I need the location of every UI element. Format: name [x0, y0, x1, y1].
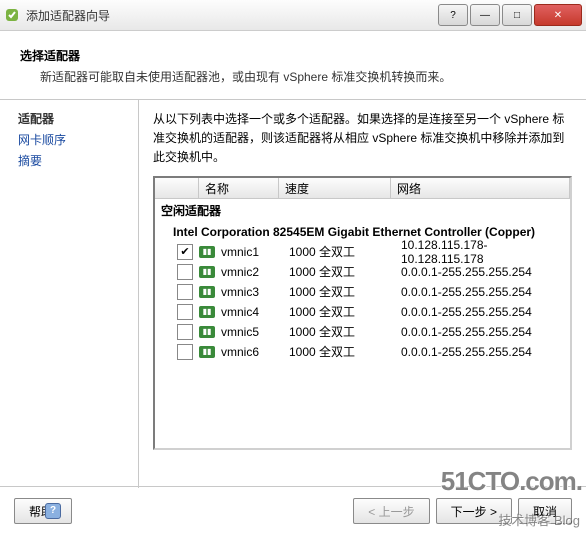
page-title: 选择适配器 — [20, 47, 566, 64]
adapter-name: vmnic4 — [221, 305, 289, 319]
step-summary[interactable]: 摘要 — [18, 152, 128, 169]
wizard-header: 选择适配器 新适配器可能取自未使用适配器池，或由现有 vSphere 标准交换机… — [0, 41, 586, 100]
nic-icon: ▮▮ — [199, 266, 215, 278]
col-name: 名称 — [199, 178, 279, 198]
adapter-speed: 1000 全双工 — [289, 283, 401, 300]
col-checkbox — [155, 178, 199, 198]
table-row[interactable]: ▮▮ vmnic21000 全双工0.0.0.1-255.255.255.254 — [155, 262, 570, 282]
wizard-steps-sidebar: 适配器 网卡顺序 摘要 — [0, 100, 139, 488]
col-network: 网络 — [391, 178, 570, 198]
page-description: 新适配器可能取自未使用适配器池，或由现有 vSphere 标准交换机转换而来。 — [40, 68, 566, 85]
app-icon — [4, 7, 20, 23]
wizard-content: 选择适配器 新适配器可能取自未使用适配器池，或由现有 vSphere 标准交换机… — [0, 31, 586, 488]
adapter-network: 10.128.115.178-10.128.115.178 — [401, 238, 570, 266]
window-buttons: ? — □ ✕ — [438, 4, 582, 26]
wizard-footer: 帮助 ? < 上一步 下一步 > 取消 — [0, 486, 586, 535]
maximize-button[interactable]: □ — [502, 4, 532, 26]
col-speed: 速度 — [279, 178, 391, 198]
row-checkbox[interactable] — [177, 264, 193, 280]
instructions-text: 从以下列表中选择一个或多个适配器。如果选择的是连接至另一个 vSphere 标准… — [153, 110, 572, 168]
row-checkbox[interactable]: ✔ — [177, 244, 193, 260]
group-idle-adapters: 空闲适配器 — [155, 199, 570, 222]
wizard-main: 从以下列表中选择一个或多个适配器。如果选择的是连接至另一个 vSphere 标准… — [139, 100, 586, 488]
adapter-name: vmnic3 — [221, 285, 289, 299]
minimize-button[interactable]: — — [470, 4, 500, 26]
adapter-speed: 1000 全双工 — [289, 263, 401, 280]
adapter-name: vmnic6 — [221, 345, 289, 359]
cancel-button[interactable]: 取消 — [518, 498, 572, 524]
adapter-speed: 1000 全双工 — [289, 303, 401, 320]
adapter-speed: 1000 全双工 — [289, 243, 401, 260]
wizard-body: 适配器 网卡顺序 摘要 从以下列表中选择一个或多个适配器。如果选择的是连接至另一… — [0, 100, 586, 488]
row-checkbox[interactable] — [177, 304, 193, 320]
adapter-network: 0.0.0.1-255.255.255.254 — [401, 285, 570, 299]
table-row[interactable]: ▮▮ vmnic51000 全双工0.0.0.1-255.255.255.254 — [155, 322, 570, 342]
help-icon: ? — [45, 503, 61, 519]
back-button[interactable]: < 上一步 — [353, 498, 429, 524]
adapter-network: 0.0.0.1-255.255.255.254 — [401, 325, 570, 339]
adapter-network: 0.0.0.1-255.255.255.254 — [401, 305, 570, 319]
adapter-speed: 1000 全双工 — [289, 343, 401, 360]
nic-icon: ▮▮ — [199, 246, 215, 258]
nic-icon: ▮▮ — [199, 326, 215, 338]
row-checkbox[interactable] — [177, 344, 193, 360]
adapter-name: vmnic2 — [221, 265, 289, 279]
window-titlebar: 添加适配器向导 ? — □ ✕ — [0, 0, 586, 31]
row-checkbox[interactable] — [177, 324, 193, 340]
window-title: 添加适配器向导 — [26, 7, 438, 24]
nic-icon: ▮▮ — [199, 346, 215, 358]
nav-buttons: < 上一步 下一步 > 取消 — [353, 498, 572, 524]
adapter-network: 0.0.0.1-255.255.255.254 — [401, 345, 570, 359]
step-adapter[interactable]: 适配器 — [18, 110, 128, 127]
help-button[interactable]: ? — [438, 4, 468, 26]
close-button[interactable]: ✕ — [534, 4, 582, 26]
adapter-network: 0.0.0.1-255.255.255.254 — [401, 265, 570, 279]
row-checkbox[interactable] — [177, 284, 193, 300]
adapter-name: vmnic5 — [221, 325, 289, 339]
step-nic-order[interactable]: 网卡顺序 — [18, 131, 128, 148]
adapter-rows: ✔▮▮vmnic11000 全双工10.128.115.178-10.128.1… — [155, 242, 570, 362]
help-button-footer[interactable]: 帮助 ? — [14, 498, 72, 524]
nic-icon: ▮▮ — [199, 286, 215, 298]
adapter-table: 名称 速度 网络 空闲适配器 Intel Corporation 82545EM… — [153, 176, 572, 450]
table-row[interactable]: ✔▮▮vmnic11000 全双工10.128.115.178-10.128.1… — [155, 242, 570, 262]
table-header: 名称 速度 网络 — [155, 178, 570, 199]
table-row[interactable]: ▮▮ vmnic31000 全双工0.0.0.1-255.255.255.254 — [155, 282, 570, 302]
adapter-name: vmnic1 — [221, 245, 289, 259]
next-button[interactable]: 下一步 > — [436, 498, 512, 524]
table-row[interactable]: ▮▮ vmnic41000 全双工0.0.0.1-255.255.255.254 — [155, 302, 570, 322]
adapter-speed: 1000 全双工 — [289, 323, 401, 340]
nic-icon: ▮▮ — [199, 306, 215, 318]
table-row[interactable]: ▮▮ vmnic61000 全双工0.0.0.1-255.255.255.254 — [155, 342, 570, 362]
